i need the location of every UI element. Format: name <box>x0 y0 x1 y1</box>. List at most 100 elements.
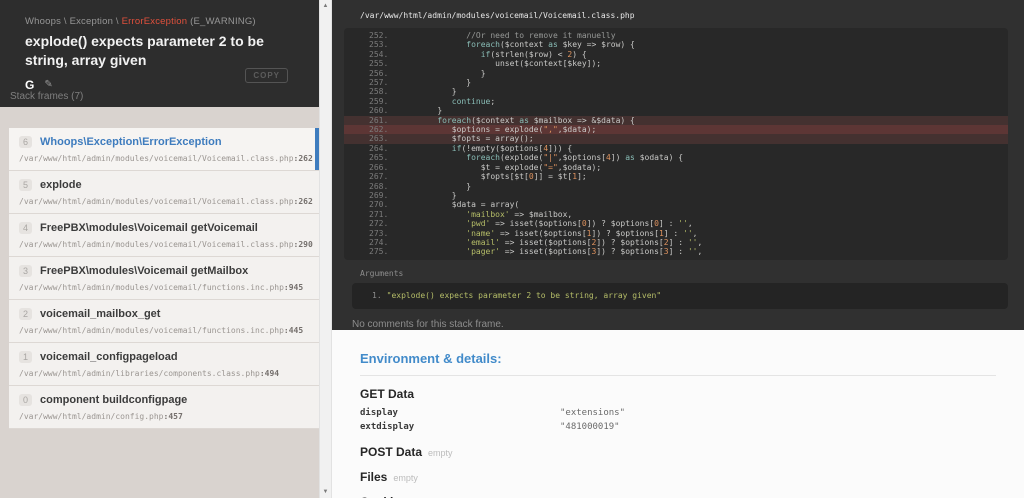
line-number: 267. <box>369 172 389 182</box>
code-token: $key => $row) { <box>557 40 635 50</box>
frame-head: 1 voicemail_configpageload <box>19 351 309 363</box>
right-panel: /var/www/html/admin/modules/voicemail/Vo… <box>332 0 1024 498</box>
scrollbar-up-icon[interactable]: ▲ <box>320 3 331 9</box>
stack-frame-4[interactable]: 4 FreePBX\modules\Voicemail getVoicemail /… <box>9 214 319 257</box>
code-token: if <box>451 143 462 153</box>
comments-note: No comments for this stack frame. <box>352 318 504 330</box>
frame-file-path: /var/www/html/admin/modules/voicemail/fu… <box>19 283 304 292</box>
frame-head: 0 component buildconfigpage <box>19 394 309 406</box>
frame-head: 6 Whoops\Exception\ErrorException <box>19 136 309 148</box>
code-token: if <box>480 49 491 59</box>
code-text: } <box>394 78 471 87</box>
code-text: $data = array( <box>394 200 519 209</box>
error-severity: (E_WARNING) <box>187 16 256 27</box>
frame-line-number: :262 <box>293 154 313 163</box>
frame-function-name: FreePBX\modules\Voicemail getVoicemail <box>40 222 258 234</box>
frame-file-path: /var/www/html/admin/modules/voicemail/Vo… <box>19 197 313 206</box>
env-table-row: display "extensions" <box>360 406 996 420</box>
code-token: ]; <box>577 172 587 182</box>
code-token: } <box>437 106 443 116</box>
environment-heading: Environment & details: <box>360 351 502 366</box>
frame-function-name: explode <box>40 179 82 191</box>
code-token: ,$options[ <box>557 153 606 163</box>
code-block: 252. //Or need to remove it manuelly 253.… <box>344 28 1008 260</box>
code-token: , <box>687 219 693 229</box>
exception-header: Whoops \ Exception \ ErrorException (E_W… <box>0 0 319 107</box>
frame-function-name: FreePBX\modules\Voicemail getMailbox <box>40 265 249 277</box>
stack-frame-6[interactable]: 6 Whoops\Exception\ErrorException/var/www… <box>9 128 319 171</box>
code-token: foreach <box>466 153 500 163</box>
code-token: ])) { <box>548 143 573 153</box>
code-token: ] : <box>658 219 679 229</box>
stack-frame-2[interactable]: 2 voicemail_mailbox_get/var/www/html/admi… <box>9 300 319 343</box>
line-number: 270. <box>369 200 389 210</box>
code-token: 'name' <box>466 228 496 238</box>
code-line-264: 264. if(!empty($options[4])) { <box>344 144 1008 153</box>
code-text: $options = explode(",",$data); <box>394 125 597 135</box>
code-token: , <box>692 228 698 238</box>
env-key: display <box>360 408 398 418</box>
code-line-268: 268. } <box>344 182 1008 191</box>
code-text: 'pwd' => isset($options[0]) ? $options[0… <box>394 219 693 229</box>
code-token: $t = explode( <box>480 162 544 172</box>
frame-number-badge: 6 <box>19 136 33 148</box>
line-number: 261. <box>369 115 389 125</box>
line-number: 254. <box>369 49 389 59</box>
frame-number-badge: 4 <box>19 222 33 234</box>
code-token: ) { <box>572 49 587 59</box>
stack-frame-5[interactable]: 5 explode/var/www/html/admin/modules/voic… <box>9 171 319 214</box>
frame-line-number: :445 <box>283 326 304 335</box>
code-token: 'mailbox' <box>466 209 510 219</box>
line-number: 260. <box>369 106 389 116</box>
code-token: ,$data); <box>557 125 597 135</box>
google-search-icon[interactable]: G <box>25 78 34 92</box>
pencil-icon[interactable]: ✎ <box>44 79 52 90</box>
code-token: $mailbox => &$data) { <box>528 115 635 125</box>
arguments-label: Arguments <box>360 268 404 278</box>
frame-head: 4 FreePBX\modules\Voicemail getVoicemail <box>19 222 309 234</box>
code-token: "," <box>543 125 558 135</box>
line-number: 257. <box>369 78 389 88</box>
code-token: } <box>466 78 472 88</box>
code-token: , <box>697 237 703 247</box>
env-table-row: extdisplay "481000019" <box>360 420 996 434</box>
code-line-270: 270. $data = array( <box>344 200 1008 209</box>
line-number: 256. <box>369 68 389 78</box>
env-section-files: Files empty <box>360 470 996 484</box>
code-text: 'email' => isset($options[2]) ? $options… <box>394 238 702 247</box>
code-line-257: 257. } <box>344 78 1008 87</box>
frame-file-path: /var/www/html/admin/modules/voicemail/fu… <box>19 326 304 335</box>
code-token: as <box>548 40 558 50</box>
code-token: $options = explode( <box>451 125 544 135</box>
stack-frame-1[interactable]: 1 voicemail_configpageload/var/www/html/a… <box>9 343 319 386</box>
line-number: 258. <box>369 87 389 97</box>
code-token: as <box>519 115 529 125</box>
env-section-title: Files empty <box>360 470 418 484</box>
code-token: 'pager' <box>466 247 500 257</box>
code-token: 'pwd' <box>466 219 491 229</box>
code-line-258: 258. } <box>344 87 1008 96</box>
stack-frames-list: 6 Whoops\Exception\ErrorException/var/www… <box>0 107 319 498</box>
frame-file-path: /var/www/html/admin/config.php:457 <box>19 412 183 421</box>
stack-frame-0[interactable]: 0 component buildconfigpage/var/www/html/… <box>9 386 319 429</box>
stack-frame-3[interactable]: 3 FreePBX\modules\Voicemail getMailbox/va… <box>9 257 319 300</box>
copy-button[interactable]: COPY <box>245 68 288 83</box>
code-token: => isset($options[ <box>495 228 587 238</box>
code-text: $fopts[$t[0]] = $t[1]; <box>394 172 587 181</box>
code-line-275: 275. 'pager' => isset($options[3]) ? $op… <box>344 247 1008 256</box>
code-token: ] : <box>668 247 688 257</box>
frame-function-name: component buildconfigpage <box>40 394 188 406</box>
scrollbar-down-icon[interactable]: ▼ <box>320 489 331 495</box>
left-panel-scrollbar[interactable]: ▲ ▼ <box>319 0 332 498</box>
code-token: //Or need to remove it manuelly <box>466 31 616 40</box>
line-number: 253. <box>369 40 389 50</box>
code-token: ,$odata); <box>557 162 602 172</box>
